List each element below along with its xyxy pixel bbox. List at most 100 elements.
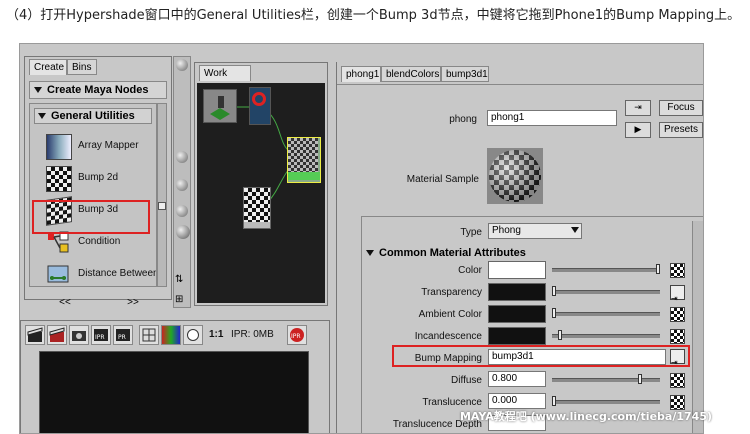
- map-texture-button[interactable]: [670, 263, 685, 278]
- clapper-icon[interactable]: [25, 325, 45, 345]
- slider-thumb[interactable]: [558, 330, 562, 340]
- scroll-right-button[interactable]: >>: [108, 296, 158, 312]
- node-name-field[interactable]: phong1: [487, 110, 617, 126]
- sphere-icon[interactable]: [176, 59, 188, 71]
- sphere-icon[interactable]: [176, 151, 188, 163]
- node-list-scrollbar[interactable]: [157, 103, 167, 287]
- color-slider[interactable]: [552, 268, 660, 272]
- highlight-bump-mapping: [392, 345, 690, 367]
- blend-colors-node[interactable]: [249, 87, 271, 125]
- grid-icon[interactable]: ⊞: [175, 293, 189, 307]
- transparency-swatch[interactable]: [488, 283, 546, 301]
- translucence-field[interactable]: 0.000: [488, 393, 546, 409]
- clapper-red-icon[interactable]: [47, 325, 67, 345]
- shader-type-value: Phong: [492, 225, 521, 236]
- map-texture-button[interactable]: [670, 307, 685, 322]
- slider-thumb[interactable]: [638, 374, 642, 384]
- node-label: Bump 2d: [78, 172, 119, 183]
- highlight-bump-3d: [32, 200, 150, 234]
- sphere-icon[interactable]: [176, 225, 190, 239]
- bump-2d-icon: [46, 166, 72, 192]
- slider-thumb[interactable]: [552, 286, 556, 296]
- slider-thumb[interactable]: [552, 308, 556, 318]
- ratio-label[interactable]: 1:1: [209, 329, 223, 340]
- sphere-icon[interactable]: [176, 205, 188, 217]
- input-connections-button[interactable]: ⇥: [625, 100, 651, 116]
- node-list: General Utilities Array Mapper Bump 2d B…: [29, 103, 157, 287]
- node-distance-between[interactable]: Distance Between: [44, 260, 156, 286]
- ambient-color-swatch[interactable]: [488, 305, 546, 323]
- place3d-texture-node[interactable]: [203, 89, 237, 123]
- map-texture-button[interactable]: [670, 373, 685, 388]
- attr-label: Color: [458, 265, 482, 276]
- ambient-color-slider[interactable]: [552, 312, 660, 316]
- color-swatch[interactable]: [488, 261, 546, 279]
- alpha-channel-icon[interactable]: [183, 325, 203, 345]
- distance-between-icon: [46, 262, 70, 286]
- work-area-canvas[interactable]: [197, 83, 325, 303]
- attr-label: Diffuse: [451, 375, 482, 386]
- phong1-node[interactable]: [287, 137, 321, 183]
- input-connection-button[interactable]: ⇥: [670, 285, 685, 303]
- node-type-label: phong: [449, 114, 477, 125]
- material-sample-swatch: [487, 148, 543, 204]
- tab-bump3d1[interactable]: bump3d1: [441, 66, 489, 82]
- common-material-attributes-header[interactable]: Common Material Attributes: [366, 245, 686, 261]
- presets-button[interactable]: Presets: [659, 122, 703, 138]
- incandescence-slider[interactable]: [552, 334, 660, 338]
- general-utilities-header[interactable]: General Utilities: [34, 108, 152, 124]
- material-sample-label: Material Sample: [406, 174, 479, 185]
- node-label: Array Mapper: [78, 140, 139, 151]
- tab-blendcolors[interactable]: blendColors: [381, 66, 441, 82]
- translucence-slider[interactable]: [552, 400, 660, 404]
- node-bump-2d[interactable]: Bump 2d: [44, 164, 156, 194]
- map-texture-button[interactable]: [670, 329, 685, 344]
- scroll-left-button[interactable]: <<: [40, 296, 90, 312]
- work-area-panel: Work Area: [194, 62, 328, 306]
- tab-bins[interactable]: Bins: [67, 59, 97, 75]
- attr-label: Incandescence: [414, 331, 482, 342]
- render-canvas[interactable]: [39, 351, 309, 433]
- tab-work-area[interactable]: Work Area: [199, 65, 251, 95]
- sphere-icon[interactable]: [176, 179, 188, 191]
- focus-button[interactable]: Focus: [659, 100, 703, 116]
- region-render-icon[interactable]: PR: [113, 325, 133, 345]
- incandescence-swatch[interactable]: [488, 327, 546, 345]
- ipr-memory-label: IPR: 0MB: [231, 329, 274, 340]
- render-toolbar: IPR PR 1:1 IPR: 0MB IPR: [25, 325, 325, 347]
- ipr-clapper-icon[interactable]: IPR: [91, 325, 111, 345]
- attribute-scrollbar[interactable]: [692, 221, 703, 433]
- diffuse-field[interactable]: 0.800: [488, 371, 546, 387]
- tab-bar-divider: [337, 84, 703, 85]
- collapse-triangle-icon: [366, 250, 374, 257]
- type-label: Type: [460, 227, 482, 238]
- svg-text:PR: PR: [118, 334, 126, 341]
- svg-text:IPR: IPR: [95, 334, 105, 341]
- sort-icon[interactable]: ⇅: [175, 273, 189, 287]
- bump3d1-node[interactable]: [243, 187, 271, 229]
- input-arrow-icon: ⇥: [671, 294, 678, 303]
- create-panel: Create Bins Create Maya Nodes General Ut…: [24, 56, 172, 300]
- maya-hypershade-screenshot: Create Bins Create Maya Nodes General Ut…: [19, 43, 704, 434]
- render-view-panel: IPR PR 1:1 IPR: 0MB IPR: [20, 320, 330, 433]
- rgb-channel-icon[interactable]: [161, 325, 181, 345]
- diffuse-slider[interactable]: [552, 378, 660, 382]
- scroll-thumb[interactable]: [158, 202, 166, 210]
- node-label: Condition: [78, 236, 121, 247]
- shader-type-dropdown[interactable]: Phong: [488, 223, 582, 239]
- output-arrow-icon: ▶: [634, 125, 642, 135]
- attr-label: Transparency: [421, 287, 482, 298]
- snapshot-icon[interactable]: [139, 325, 159, 345]
- output-connections-button[interactable]: ▶: [625, 122, 651, 138]
- node-array-mapper[interactable]: Array Mapper: [44, 132, 156, 162]
- tab-create[interactable]: Create: [29, 59, 67, 75]
- attr-label: Ambient Color: [418, 309, 482, 320]
- collapse-triangle-icon: [34, 87, 42, 94]
- camera-icon[interactable]: [69, 325, 89, 345]
- ipr-tuning-icon[interactable]: IPR: [287, 325, 307, 345]
- tab-phong1[interactable]: phong1: [341, 66, 381, 82]
- transparency-slider[interactable]: [552, 290, 660, 294]
- slider-thumb[interactable]: [656, 264, 660, 274]
- slider-thumb[interactable]: [552, 396, 556, 406]
- create-maya-nodes-header[interactable]: Create Maya Nodes: [29, 81, 167, 99]
